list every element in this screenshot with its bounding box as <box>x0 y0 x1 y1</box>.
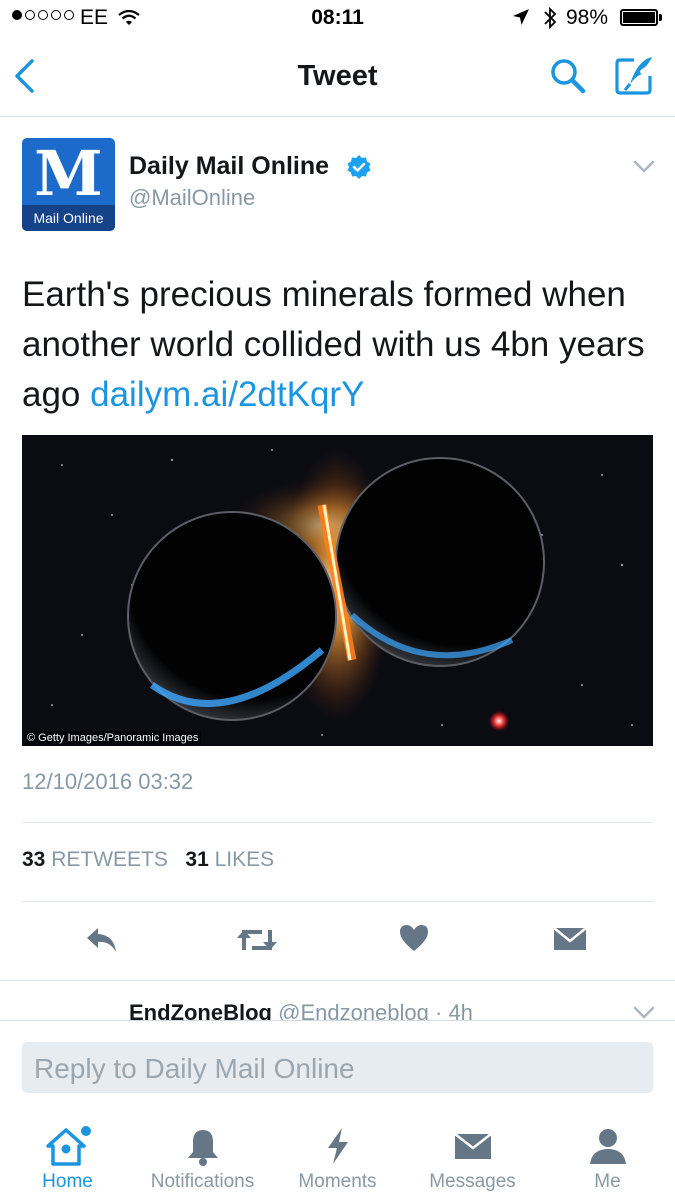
tab-label: Me <box>594 1171 621 1192</box>
person-icon <box>540 1126 675 1171</box>
location-arrow-icon <box>512 8 530 32</box>
bell-icon <box>135 1126 270 1171</box>
reply-author-name: EndZoneBlog <box>129 1000 272 1020</box>
engagement-stats: 33 RETWEETS 31 LIKES <box>22 848 274 872</box>
tab-messages[interactable]: Messages <box>405 1116 540 1200</box>
author-handle[interactable]: @MailOnline <box>129 185 255 211</box>
tweet-link[interactable]: dailym.ai/2dtKqrY <box>90 375 364 414</box>
compose-tweet-icon[interactable] <box>612 54 656 103</box>
reply-placeholder: Reply to Daily Mail Online <box>34 1053 355 1084</box>
retweet-icon[interactable] <box>236 922 278 963</box>
divider <box>22 822 653 823</box>
tab-home[interactable]: Home <box>0 1116 135 1200</box>
tab-notifications[interactable]: Notifications <box>135 1116 270 1200</box>
retweet-label[interactable]: RETWEETS <box>51 848 168 871</box>
verified-badge-icon <box>346 154 372 185</box>
divider <box>0 980 675 981</box>
battery-tip <box>659 14 662 21</box>
lightning-icon <box>270 1126 405 1171</box>
tweet-text: Earth's precious minerals formed when an… <box>22 270 652 420</box>
reply-icon[interactable] <box>84 922 120 963</box>
tab-label: Moments <box>298 1171 377 1192</box>
like-count[interactable]: 31 <box>185 848 208 871</box>
divider <box>22 901 653 902</box>
home-icon <box>0 1126 135 1171</box>
tab-moments[interactable]: Moments <box>270 1116 405 1200</box>
envelope-icon <box>405 1126 540 1171</box>
tab-me[interactable]: Me <box>540 1116 675 1200</box>
tweet-timestamp: 12/10/2016 03:32 <box>22 769 194 794</box>
heart-icon[interactable] <box>398 922 430 959</box>
direct-message-icon[interactable] <box>553 922 587 961</box>
avatar-logo-letter: M <box>34 138 103 210</box>
avatar[interactable]: M Mail Online <box>22 138 115 231</box>
reply-preview[interactable]: EndZoneBlog @Endzoneblog · 4h <box>129 1000 473 1020</box>
navigation-bar: Tweet <box>0 38 675 117</box>
tweet-image[interactable] <box>22 435 653 746</box>
image-credit: © Getty Images/Panoramic Images <box>24 731 202 745</box>
status-bar: EE 08:11 98% <box>0 0 675 38</box>
author-name[interactable]: Daily Mail Online <box>129 152 329 181</box>
retweet-count[interactable]: 33 <box>22 848 45 871</box>
chevron-down-icon[interactable] <box>633 160 655 179</box>
bluetooth-icon <box>543 6 557 36</box>
battery-percentage: 98% <box>566 6 609 29</box>
reply-author-handle: @Endzoneblog · 4h <box>278 1000 473 1020</box>
avatar-logo-subtext: Mail Online <box>22 205 115 231</box>
tab-label: Home <box>42 1171 93 1192</box>
like-label[interactable]: LIKES <box>215 848 275 871</box>
search-icon[interactable] <box>548 56 588 101</box>
tab-label: Messages <box>429 1171 516 1192</box>
battery-icon <box>620 9 658 26</box>
tab-label: Notifications <box>150 1171 255 1192</box>
